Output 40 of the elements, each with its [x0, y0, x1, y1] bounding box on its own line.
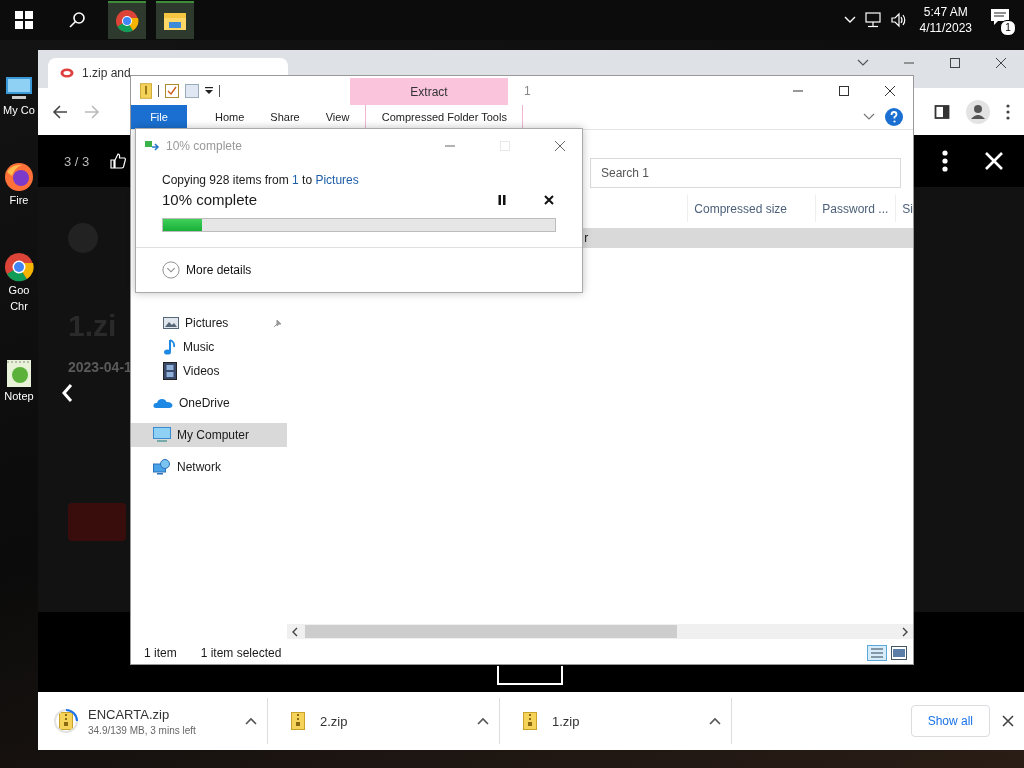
column-header[interactable]: Compressed size [687, 195, 816, 222]
file-date: 2023-04-1 [68, 359, 132, 375]
download-item[interactable]: 2.zip [284, 698, 500, 744]
more-details-button[interactable]: More details [162, 261, 252, 279]
progress-heading: 10% complete [162, 191, 258, 208]
download-filename: 2.zip [320, 713, 349, 729]
ribbon-tab[interactable]: Compressed Folder Tools [365, 105, 524, 129]
source-link[interactable]: 1 [292, 173, 299, 187]
desktop-icon-label: Goo Chr [8, 283, 30, 314]
image-counter: 3 / 3 [64, 153, 90, 169]
desktop-icon-label: My Co [3, 103, 35, 118]
item-count: 1 item [144, 646, 177, 660]
download-filename: 1.zip [552, 713, 581, 729]
download-item[interactable]: 1.zip [516, 698, 732, 744]
nav-item[interactable]: Pictures [131, 311, 287, 335]
nav-item[interactable]: My Computer [131, 423, 287, 447]
search-field[interactable]: Search 1 [590, 158, 901, 188]
destination-link[interactable]: Pictures [315, 173, 359, 187]
download-item[interactable]: ENCARTA.zip 34.9/139 MB, 3 mins left [52, 698, 268, 744]
download-filename: ENCARTA.zip [88, 706, 171, 722]
dialog-title: 10% complete [166, 139, 243, 153]
column-header[interactable]: Si [895, 195, 913, 222]
selection-count: 1 item selected [200, 646, 282, 660]
clock-date: 4/11/2023 [919, 20, 972, 36]
ribbon-tab[interactable]: File [131, 105, 187, 129]
context-tab-group: Extract [350, 78, 508, 105]
download-status: 34.9/139 MB, 3 mins left [88, 724, 197, 736]
column-header[interactable]: Password ... [815, 195, 896, 222]
clock-time: 5:47 AM [923, 4, 968, 20]
show-all-button[interactable]: Show all [910, 705, 990, 737]
clock[interactable]: 5:47 AM 4/11/2023 [919, 4, 972, 36]
nav-item[interactable]: Music [131, 335, 287, 359]
copy-message: Copying 928 items from 1 to Pictures [162, 173, 360, 187]
desktop-icon-label: Fire [9, 193, 29, 208]
nav-item[interactable]: OneDrive [131, 391, 287, 415]
nav-item[interactable]: Network [131, 455, 287, 479]
desktop-icon-label: Notep [4, 389, 34, 404]
nav-item[interactable]: Videos [131, 359, 287, 383]
notification-badge: 1 [1000, 20, 1016, 36]
window-title: 1 [524, 83, 531, 98]
